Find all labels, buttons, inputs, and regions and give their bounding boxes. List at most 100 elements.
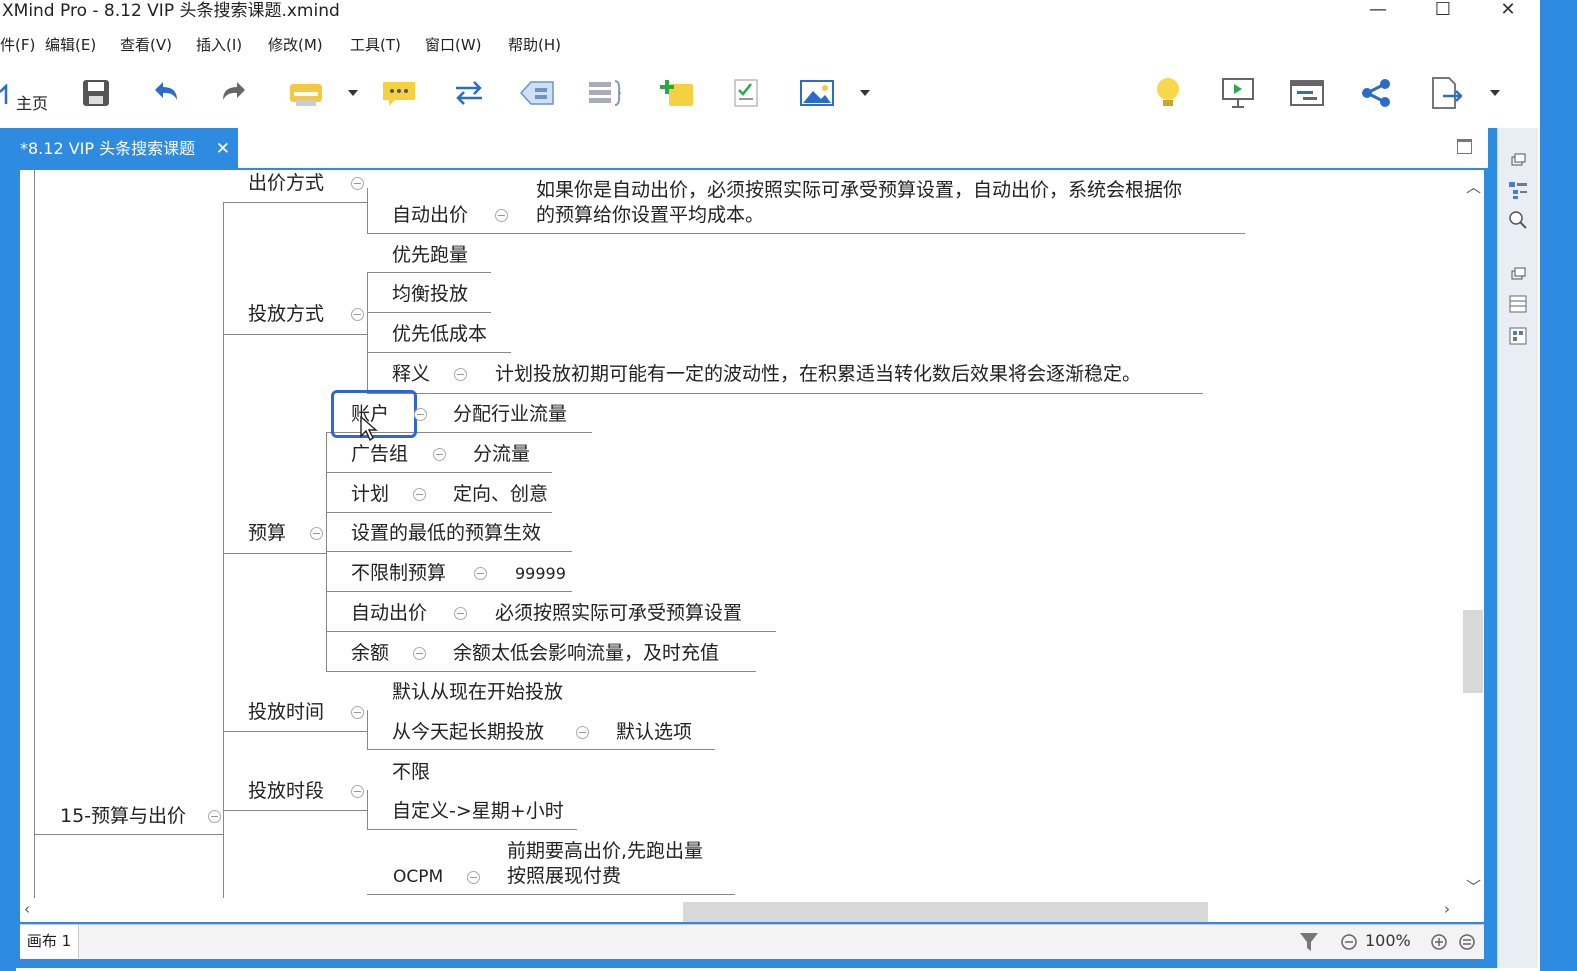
outline-icon[interactable] bbox=[1508, 180, 1528, 200]
unlimited-budget-note[interactable]: 99999 bbox=[515, 561, 566, 587]
tab-document[interactable]: *8.12 VIP 头条搜索课题 ✕ bbox=[14, 128, 238, 168]
unlimited-budget-topic[interactable]: 不限制预算 bbox=[351, 560, 446, 586]
print-dropdown[interactable] bbox=[346, 72, 360, 114]
menu-file[interactable]: 件(F) bbox=[0, 32, 35, 58]
unlimited-budget-collapse-icon[interactable] bbox=[474, 567, 487, 580]
vertical-scrollbar-thumb[interactable] bbox=[1463, 610, 1483, 693]
balance-topic[interactable]: 余额 bbox=[351, 640, 389, 666]
print-button[interactable] bbox=[286, 72, 326, 114]
undo-button[interactable] bbox=[148, 72, 184, 114]
menu-edit[interactable]: 编辑(E) bbox=[45, 32, 96, 58]
sheet-tab[interactable]: 画布 1 bbox=[20, 925, 79, 958]
home-button[interactable]: 主页 bbox=[0, 72, 60, 114]
option-balanced[interactable]: 均衡投放 bbox=[392, 281, 468, 307]
plan-topic[interactable]: 计划 bbox=[351, 481, 389, 507]
auto-bid-note-line2[interactable]: 的预算给你设置平均成本。 bbox=[536, 202, 764, 228]
option-low-cost[interactable]: 优先低成本 bbox=[392, 321, 487, 347]
ocpm-collapse-icon[interactable] bbox=[467, 871, 480, 884]
save-button[interactable] bbox=[78, 72, 114, 114]
default-now-topic[interactable]: 默认从现在开始投放 bbox=[392, 679, 563, 705]
menu-view[interactable]: 查看(V) bbox=[120, 32, 172, 58]
scroll-up-arrow[interactable]: ︿ bbox=[1466, 176, 1481, 197]
delivery-method-topic[interactable]: 投放方式 bbox=[248, 301, 324, 327]
explain-collapse-icon[interactable] bbox=[454, 368, 467, 381]
export-dropdown[interactable] bbox=[1488, 72, 1502, 114]
ocpm-note-line1[interactable]: 前期要高出价,先跑出量 bbox=[507, 838, 703, 864]
delivery-time-collapse-icon[interactable] bbox=[351, 706, 364, 719]
budget-auto-bid-topic[interactable]: 自动出价 bbox=[351, 600, 427, 626]
summary-button[interactable] bbox=[586, 72, 624, 114]
budget-auto-bid-collapse-icon[interactable] bbox=[454, 607, 467, 620]
menu-modify[interactable]: 修改(M) bbox=[268, 32, 323, 58]
menu-insert[interactable]: 插入(I) bbox=[196, 32, 242, 58]
export-button[interactable] bbox=[1428, 72, 1466, 114]
budget-auto-bid-note[interactable]: 必须按照实际可承受预算设置 bbox=[495, 600, 742, 626]
bid-method-collapse-icon[interactable] bbox=[351, 177, 364, 190]
mindmap-canvas[interactable]: 15-预算与出价 出价方式 自动出价 如果你是自动出价，必须按照实际可承受预算设… bbox=[20, 170, 1484, 900]
auto-bid-note-line1[interactable]: 如果你是自动出价，必须按照实际可承受预算设置，自动出价，系统会根据你 bbox=[536, 177, 1182, 203]
explain-note[interactable]: 计划投放初期可能有一定的波动性，在积累适当转化数后效果将会逐渐稳定。 bbox=[495, 361, 1141, 387]
zoom-in-icon[interactable] bbox=[1430, 933, 1448, 951]
tab-close-icon[interactable]: ✕ bbox=[216, 128, 230, 170]
image-button[interactable] bbox=[798, 72, 836, 114]
balance-collapse-icon[interactable] bbox=[413, 647, 426, 660]
delivery-method-collapse-icon[interactable] bbox=[351, 308, 364, 321]
brainstorm-button[interactable] bbox=[1150, 72, 1186, 114]
account-collapse-icon[interactable] bbox=[414, 408, 427, 421]
zoom-out-icon[interactable] bbox=[1340, 933, 1358, 951]
redo-button[interactable] bbox=[216, 72, 252, 114]
budget-topic[interactable]: 预算 bbox=[248, 520, 286, 546]
long-term-note[interactable]: 默认选项 bbox=[616, 719, 692, 745]
delivery-period-collapse-icon[interactable] bbox=[351, 785, 364, 798]
menu-window[interactable]: 窗口(W) bbox=[425, 32, 482, 58]
scroll-down-arrow[interactable]: ﹀ bbox=[1466, 876, 1481, 897]
plan-collapse-icon[interactable] bbox=[413, 488, 426, 501]
account-note[interactable]: 分配行业流量 bbox=[453, 401, 567, 427]
long-term-topic[interactable]: 从今天起长期投放 bbox=[392, 719, 544, 745]
plan-note[interactable]: 定向、创意 bbox=[453, 481, 548, 507]
horizontal-scrollbar-thumb[interactable] bbox=[683, 902, 1208, 922]
minimize-button[interactable]: — bbox=[1360, 0, 1396, 22]
adgroup-topic[interactable]: 广告组 bbox=[351, 441, 408, 467]
delivery-period-topic[interactable]: 投放时段 bbox=[248, 778, 324, 804]
scroll-right-arrow[interactable]: › bbox=[1444, 900, 1450, 918]
restore-view-icon[interactable] bbox=[1508, 150, 1528, 170]
maximize-button[interactable]: ☐ bbox=[1425, 0, 1461, 22]
balance-note[interactable]: 余额太低会影响流量，及时充值 bbox=[453, 640, 719, 666]
boundary-button[interactable] bbox=[518, 72, 556, 114]
root-topic[interactable]: 15-预算与出价 bbox=[60, 803, 186, 829]
add-marker-button[interactable] bbox=[658, 72, 696, 114]
custom-period-topic[interactable]: 自定义->星期+小时 bbox=[392, 798, 564, 824]
image-dropdown[interactable] bbox=[858, 72, 872, 114]
long-term-collapse-icon[interactable] bbox=[576, 726, 589, 739]
explain-topic[interactable]: 释义 bbox=[392, 361, 430, 387]
restore-editor-icon[interactable] bbox=[1457, 139, 1472, 154]
restore-panel-icon[interactable] bbox=[1508, 264, 1528, 284]
callout-button[interactable] bbox=[380, 72, 418, 114]
ocpm-topic[interactable]: OCPM bbox=[393, 864, 443, 890]
budget-collapse-icon[interactable] bbox=[310, 527, 323, 540]
menu-help[interactable]: 帮助(H) bbox=[508, 32, 561, 58]
filter-icon[interactable] bbox=[1298, 931, 1320, 953]
scroll-left-arrow[interactable]: ‹ bbox=[24, 900, 30, 918]
share-button[interactable] bbox=[1358, 72, 1394, 114]
min-budget-topic[interactable]: 设置的最低的预算生效 bbox=[351, 520, 541, 546]
task-button[interactable] bbox=[728, 72, 764, 114]
delivery-time-topic[interactable]: 投放时间 bbox=[248, 699, 324, 725]
ocpm-note-line2[interactable]: 按照展现付费 bbox=[507, 863, 621, 889]
option-priority-volume[interactable]: 优先跑量 bbox=[392, 242, 468, 268]
unlimited-period-topic[interactable]: 不限 bbox=[392, 759, 430, 785]
overview-search-icon[interactable] bbox=[1508, 210, 1528, 230]
auto-bid-collapse-icon[interactable] bbox=[495, 209, 508, 222]
bid-method-topic[interactable]: 出价方式 bbox=[248, 170, 324, 196]
horizontal-scrollbar[interactable]: ‹ › bbox=[20, 898, 1484, 922]
auto-bid-topic[interactable]: 自动出价 bbox=[392, 202, 468, 228]
root-collapse-icon[interactable] bbox=[208, 810, 221, 823]
fit-view-icon[interactable] bbox=[1458, 933, 1476, 951]
close-window-button[interactable]: ✕ bbox=[1490, 0, 1526, 22]
presentation-button[interactable] bbox=[1220, 72, 1256, 114]
menu-tools[interactable]: 工具(T) bbox=[350, 32, 401, 58]
markers-icon[interactable] bbox=[1508, 326, 1528, 346]
relationship-button[interactable] bbox=[450, 72, 488, 114]
adgroup-note[interactable]: 分流量 bbox=[473, 441, 530, 467]
